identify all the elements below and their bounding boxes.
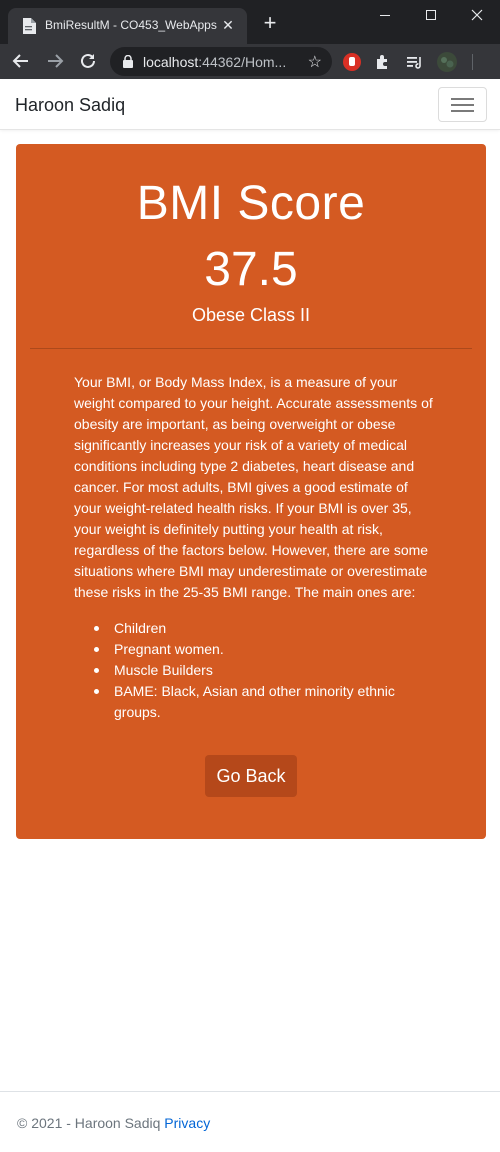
url-path: :44362/Hom... bbox=[198, 54, 287, 70]
browser-tab[interactable]: BmiResultM - CO453_WebApps ✕ bbox=[8, 8, 247, 44]
adblock-extension-icon[interactable] bbox=[341, 51, 363, 73]
navbar-brand[interactable]: Haroon Sadiq bbox=[15, 95, 125, 116]
hamburger-icon bbox=[451, 104, 474, 106]
result-heading: BMI Score bbox=[136, 177, 366, 230]
site-navbar: Haroon Sadiq bbox=[0, 80, 500, 130]
hamburger-icon bbox=[451, 110, 474, 112]
minimize-icon[interactable] bbox=[362, 0, 408, 32]
forward-arrow-icon[interactable] bbox=[42, 48, 68, 74]
bookmark-star-icon[interactable]: ☆ bbox=[308, 52, 322, 72]
bmi-exceptions-list: Children Pregnant women. Muscle Builders… bbox=[94, 618, 424, 723]
list-item: BAME: Black, Asian and other minority et… bbox=[94, 681, 424, 723]
extensions-puzzle-icon[interactable] bbox=[372, 51, 394, 73]
maximize-icon[interactable] bbox=[408, 0, 454, 32]
copyright-text: © 2021 - Haroon Sadiq bbox=[17, 1115, 161, 1131]
list-item: Children bbox=[94, 618, 424, 639]
close-tab-icon[interactable]: ✕ bbox=[219, 16, 237, 34]
profile-avatar-icon[interactable] bbox=[436, 51, 458, 73]
privacy-link[interactable]: Privacy bbox=[164, 1115, 210, 1131]
window-close-icon[interactable] bbox=[454, 0, 500, 32]
bmi-result-card: BMI Score 37.5 Obese Class II Your BMI, … bbox=[16, 144, 486, 839]
list-item: Pregnant women. bbox=[94, 639, 424, 660]
toolbar-divider bbox=[472, 54, 473, 70]
navbar-toggler-button[interactable] bbox=[438, 87, 487, 122]
page-icon bbox=[23, 18, 36, 34]
go-back-button[interactable]: Go Back bbox=[205, 755, 297, 797]
site-footer: © 2021 - Haroon Sadiq Privacy bbox=[0, 1091, 500, 1152]
new-tab-icon[interactable]: + bbox=[258, 12, 282, 36]
browser-titlebar: BmiResultM - CO453_WebApps ✕ + bbox=[0, 0, 500, 44]
address-bar[interactable]: localhost:44362/Hom... ☆ bbox=[110, 47, 332, 76]
url-host: localhost bbox=[143, 54, 199, 70]
card-divider bbox=[30, 348, 472, 349]
browser-toolbar: localhost:44362/Hom... ☆ bbox=[0, 44, 500, 79]
lock-icon bbox=[123, 55, 133, 68]
hamburger-icon bbox=[451, 98, 474, 100]
bmi-score-value: 37.5 bbox=[204, 243, 298, 296]
tab-title: BmiResultM - CO453_WebApps bbox=[45, 18, 217, 32]
bmi-category: Obese Class II bbox=[191, 305, 311, 325]
list-item: Muscle Builders bbox=[94, 660, 424, 681]
back-arrow-icon[interactable] bbox=[8, 48, 34, 74]
url-text: localhost:44362/Hom... bbox=[143, 54, 286, 70]
bmi-description: Your BMI, or Body Mass Index, is a measu… bbox=[74, 374, 433, 600]
reading-list-icon[interactable] bbox=[404, 51, 426, 73]
reload-icon[interactable] bbox=[75, 48, 101, 74]
footer-text: © 2021 - Haroon Sadiq Privacy bbox=[17, 1115, 210, 1131]
